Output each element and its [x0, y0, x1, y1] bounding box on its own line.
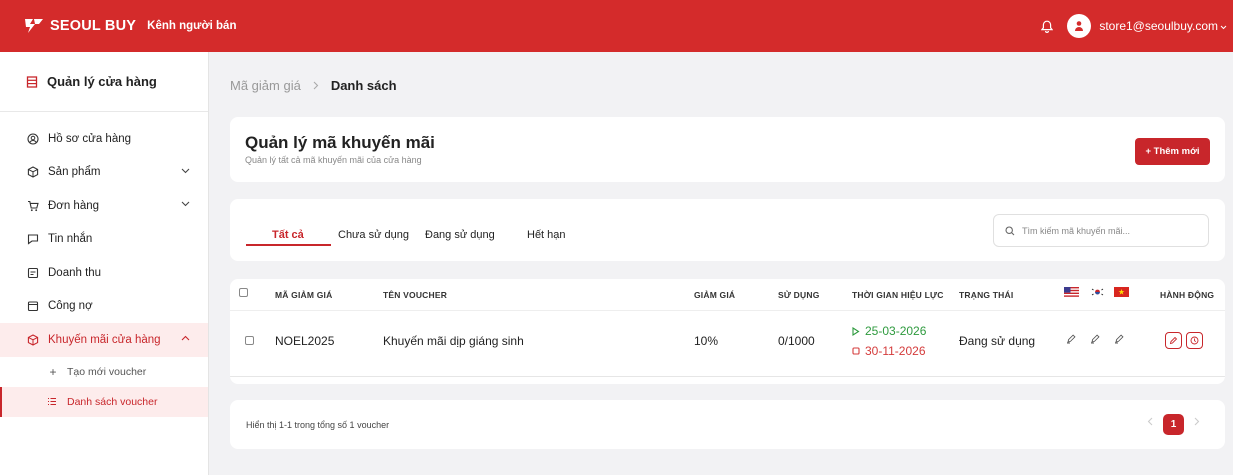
user-email[interactable]: store1@seoulbuy.com [1099, 19, 1218, 33]
sidebar-item-label: Doanh thu [48, 266, 102, 279]
breadcrumb: Mã giảm giá Danh sách [230, 78, 397, 93]
sidebar-title: Quản lý cửa hàng [47, 74, 157, 89]
chevron-up-icon[interactable] [181, 335, 190, 341]
header-usage: SỬ DỤNG [778, 290, 820, 300]
header-name: TÊN VOUCHER [383, 290, 448, 300]
header-validity: THỜI GIAN HIỆU LỰC [852, 290, 944, 300]
voucher-code: NOEL2025 [275, 334, 335, 348]
stop-icon [852, 347, 865, 355]
sidebar-item-label: Khuyến mãi cửa hàng [48, 333, 161, 346]
chevron-down-icon[interactable] [181, 168, 190, 174]
delete-button[interactable] [1186, 332, 1203, 349]
brand-name: SEOUL BUY [50, 18, 137, 34]
end-date-text: 30-11-2026 [865, 344, 926, 358]
next-page-icon[interactable] [1194, 417, 1200, 426]
user-circle-icon [26, 132, 40, 146]
kr-flag-icon [1090, 287, 1105, 297]
wallet-icon [26, 299, 40, 313]
sidebar-item-label: Hồ sơ cửa hàng [48, 132, 132, 145]
chevron-down-icon[interactable] [181, 201, 190, 207]
edit-icon [1169, 336, 1178, 345]
vn-flag-icon [1114, 287, 1129, 297]
sidebar: Quản lý cửa hàng Hồ sơ cửa hàng Sản phẩm… [0, 52, 209, 475]
play-icon [852, 326, 865, 336]
sidebar-item-label: Đơn hàng [48, 199, 100, 212]
sidebar-header: Quản lý cửa hàng [0, 52, 208, 112]
table-row[interactable]: NOEL2025 Khuyến mãi dịp giáng sinh 10% 0… [230, 311, 1225, 373]
sidebar-item-label: Sản phẩm [48, 166, 101, 179]
voucher-start-date: 25-03-2026 [852, 324, 926, 338]
page-title: Quản lý mã khuyến mãi [245, 133, 435, 152]
chevron-down-icon[interactable] [1220, 25, 1227, 30]
voucher-table: MÃ GIẢM GIÁ TÊN VOUCHER GIẢM GIÁ SỬ DỤNG… [230, 279, 1225, 384]
sidebar-item-debt[interactable]: Công nợ [0, 290, 208, 324]
box-icon [26, 165, 40, 179]
sidebar-item-products[interactable]: Sản phẩm [0, 156, 208, 190]
table-header: MÃ GIẢM GIÁ TÊN VOUCHER GIẢM GIÁ SỬ DỤNG… [230, 279, 1225, 311]
active-tab-indicator [246, 244, 331, 246]
table-scrollbar[interactable] [230, 376, 1225, 377]
sidebar-item-store-profile[interactable]: Hồ sơ cửa hàng [0, 122, 208, 156]
select-all-checkbox[interactable] [239, 288, 248, 297]
avatar[interactable] [1067, 14, 1092, 38]
row-checkbox[interactable] [245, 336, 254, 345]
page-number-button[interactable]: 1 [1163, 414, 1184, 435]
chat-icon [26, 232, 40, 246]
header-discount: GIẢM GIÁ [694, 290, 736, 300]
sidebar-subitem-voucher-list[interactable]: Danh sách voucher [0, 386, 208, 417]
prev-page-icon[interactable] [1147, 417, 1153, 426]
promotion-icon [26, 333, 40, 347]
voucher-status: Đang sử dụng [959, 334, 1036, 348]
pagination-card: Hiển thị 1-1 trong tổng số 1 voucher 1 [230, 400, 1225, 449]
revenue-icon [26, 266, 40, 280]
add-voucher-button[interactable]: + Thêm mới [1135, 138, 1210, 165]
brand-logo[interactable]: SEOUL BUY Kênh người bán [24, 18, 236, 34]
delete-icon [1190, 336, 1199, 345]
bell-icon[interactable] [1041, 20, 1054, 33]
tab-expired[interactable]: Hết hạn [527, 229, 566, 241]
sidebar-item-orders[interactable]: Đơn hàng [0, 189, 208, 223]
breadcrumb-separator-icon [313, 81, 319, 90]
sidebar-item-label: Công nợ [48, 300, 93, 313]
tab-unused[interactable]: Chưa sử dụng [338, 229, 409, 241]
us-flag-icon [1064, 287, 1079, 297]
plus-icon: + [49, 364, 57, 379]
sidebar-item-revenue[interactable]: Doanh thu [0, 256, 208, 290]
header-actions: HÀNH ĐỘNG [1160, 290, 1215, 300]
seoulbuy-logo-icon [24, 18, 44, 34]
page-header-card: Quản lý mã khuyến mãi Quản lý tất cả mã … [230, 117, 1225, 182]
sidebar-item-messages[interactable]: Tin nhắn [0, 223, 208, 257]
sidebar-item-store-promotions[interactable]: Khuyến mãi cửa hàng [0, 323, 208, 357]
voucher-name: Khuyến mãi dịp giáng sinh [383, 334, 524, 348]
edit-button[interactable] [1165, 332, 1182, 349]
voucher-discount: 10% [694, 334, 719, 348]
page-subtitle: Quản lý tất cả mã khuyến mãi của cửa hàn… [245, 155, 422, 165]
cart-icon [26, 199, 40, 213]
search-icon [1005, 225, 1015, 236]
store-icon [26, 75, 38, 88]
search-placeholder: Tìm kiếm mã khuyến mãi... [1022, 225, 1131, 236]
filter-card: Tất cả Chưa sử dụng Đang sử dụng Hết hạn… [230, 199, 1225, 261]
search-input[interactable]: Tìm kiếm mã khuyến mãi... [993, 214, 1209, 247]
edit-ko-icon[interactable] [1090, 334, 1100, 344]
header-code: MÃ GIẢM GIÁ [275, 290, 333, 300]
breadcrumb-parent[interactable]: Mã giảm giá [230, 78, 301, 93]
edit-vi-icon[interactable] [1114, 334, 1124, 344]
start-date-text: 25-03-2026 [865, 324, 927, 338]
sidebar-subitem-label: Tạo mới voucher [67, 365, 147, 378]
seller-channel-label: Kênh người bán [147, 20, 237, 32]
edit-en-icon[interactable] [1066, 334, 1076, 344]
sidebar-subitem-create-voucher[interactable]: + Tạo mới voucher [0, 357, 208, 387]
top-bar: SEOUL BUY Kênh người bán store1@seoulbuy… [0, 0, 1233, 52]
pagination-summary: Hiển thị 1-1 trong tổng số 1 voucher [246, 420, 390, 430]
tab-all[interactable]: Tất cả [272, 229, 304, 241]
breadcrumb-current: Danh sách [330, 78, 397, 93]
header-status: TRẠNG THÁI [959, 290, 1014, 300]
voucher-end-date: 30-11-2026 [852, 344, 926, 358]
list-icon [47, 397, 59, 406]
voucher-usage: 0/1000 [778, 334, 815, 348]
tab-in-use[interactable]: Đang sử dụng [425, 229, 495, 241]
sidebar-subitem-label: Danh sách voucher [67, 395, 158, 408]
sidebar-item-label: Tin nhắn [48, 233, 93, 246]
